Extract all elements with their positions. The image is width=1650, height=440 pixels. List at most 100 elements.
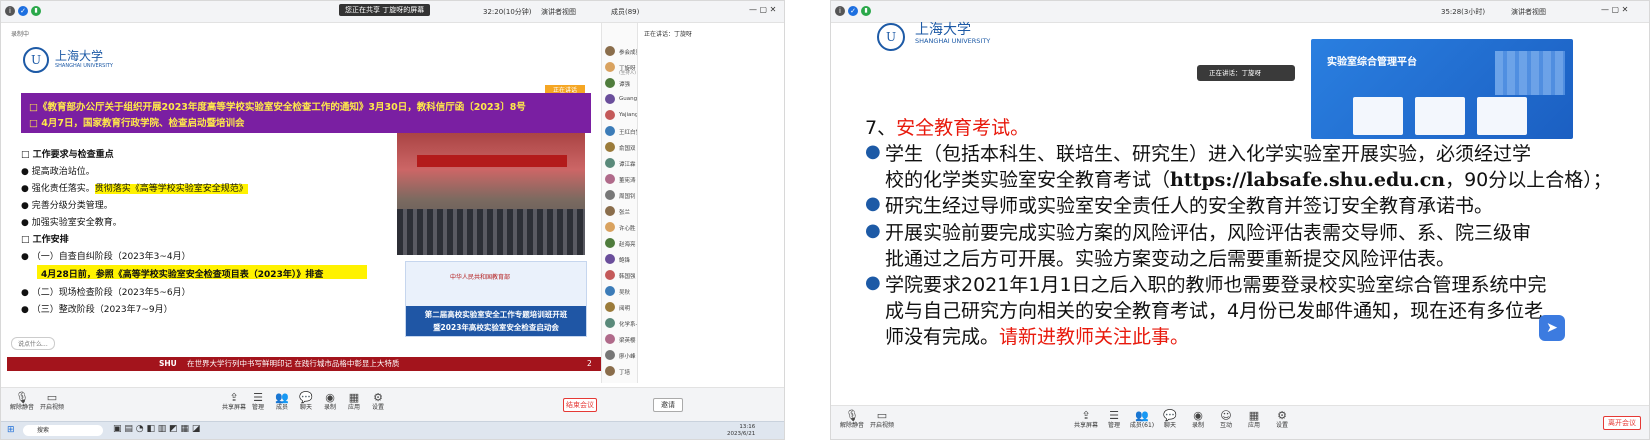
window-controls[interactable]: — ▢ ✕ [1601,5,1628,14]
camera-icon: ▭ [46,391,58,404]
participant-name: Yajiang [619,112,639,118]
participant-name: 许心胜 [619,226,636,232]
notice-banner: □《教育部办公厅关于组织开展2023年度高等学校实验室安全检查工作的通知》3月3… [21,93,591,133]
participant-name: 吴秋 [619,290,631,296]
bullet-item: ● 完善分级分类管理。 [21,201,113,211]
p4-emphasis: 请新进教师关注此事。 [999,326,1190,348]
platform-card [1477,97,1527,135]
mute-button[interactable]: 🎙 解除静音 [5,391,39,412]
section-title-schedule: □ 工作安排 [21,235,69,245]
avatar [605,78,615,88]
camera-button[interactable]: ▭ 开启视频 [35,391,69,412]
avatar [605,142,615,152]
highlight-text: 贯彻落实《高等学校实验室安全规范》 [94,184,248,194]
avatar [605,254,615,264]
bullet-text: 加强实验室安全教育。 [31,218,122,228]
section-heading: 7、安全教育考试。 [865,113,1029,140]
avatar [605,190,615,200]
shield-icon[interactable]: ✓ [848,6,858,16]
avatar [605,62,615,72]
taskbar-time: 13:16 [739,424,756,430]
settings-label: 设置 [1275,422,1288,429]
participant-name: 梁英樱 [619,338,636,344]
windows-taskbar: ⊞ 搜索 ▣ ▤ ◔ ◧ ▥ ◩ ▦ ◪ 13:16 2023/6/21 [1,421,784,439]
avatar [605,94,615,104]
meeting-timer[interactable]: 35:28(3小时) [1441,7,1485,17]
avatar [605,270,615,280]
feishu-float-icon[interactable]: ➤ [1539,315,1565,341]
shared-slide: U 上海大学 SHANGHAI UNIVERSITY 正在讲话：丁旋呀 实验室综… [831,22,1621,383]
poster-title-line-2: 暨2023年高校实验室安全检查启动会 [433,323,559,332]
page-number: 2 [587,359,592,368]
footer-slogan: 在世界大学行列中书写鲜明印记 在践行城市品格中彰显上大特质 [187,359,400,368]
info-icon[interactable]: i [5,6,15,16]
notice-line-2: □ 4月7日，国家教育行政学院、检查启动暨培训会 [29,118,245,129]
stage-item: ● （一）自查自纠阶段（2023年3~4月） [21,252,191,262]
taskbar-search[interactable]: 搜索 [23,425,103,436]
meeting-top-bar: i ✓ ▮ 您正在共享 丁旋呀的屏幕 32:20(10分钟) 演讲者视图 成员(… [1,1,784,23]
settings-button[interactable]: ⚙ 设置 [361,391,395,412]
p4-text-a: 师没有完成。 [885,326,1000,348]
participant-name: 周国钊 [619,194,636,200]
bullet-dot: ● [865,272,881,293]
paragraph-4-line-1: 学院要求2021年1月1日之后入职的教师也需要登录校实验室综合管理系统中完 [885,274,1547,296]
taskbar-clock[interactable]: 13:16 2023/6/21 [727,424,755,438]
paragraph-1-line-1: 学生（包括本科生、联培生、研究生）进入化学实验室开展实验，必须经过学 [885,143,1532,165]
members-count[interactable]: 成员(89) [611,7,639,17]
participant-name: 张兰 [619,210,631,216]
poster-org: 中华人民共和国教育部 [450,274,511,281]
poster-title-line-1: 第二届高校实验室安全工作专题培训班开班 [424,310,568,319]
participant-name: 鲍锋 [619,258,631,264]
heading-text: 安全教育考试。 [896,117,1030,139]
end-meeting-button[interactable]: 结束会议 [563,398,597,412]
meeting-toolbar: 🎙 解除静音 ▭ 开启视频 ⇪ 共享屏幕 ☰ 管理 👥 成员(61) 💬 聊天 ◉ 录制 ☺ 互… [831,405,1649,439]
meeting-toolbar: 🎙 解除静音 ▭ 开启视频 ⇪ 共享屏幕 ☰ 管理 👥 成员 💬 聊天 ◉ 录制 ▦ 应用 ⚙ 设… [1,387,784,421]
settings-button[interactable]: ⚙ 设置 [1265,409,1299,430]
avatar [605,158,615,168]
avatar [605,222,615,232]
participant-name: 董宪涛 [619,178,636,184]
view-mode-button[interactable]: 演讲者视图 [1511,7,1546,17]
paragraph-2: 研究生经过导师或实验室安全责任人的安全教育并签订安全教育承诺书。 [885,195,1494,217]
mute-button[interactable]: 🎙 解除静音 [835,409,869,430]
participant-name: 丁培 [619,370,631,376]
participant-role: (主持人) [619,71,637,76]
bullet-item: ● 强化责任落实。贯彻落实《高等学校实验室安全规范》 [21,184,248,194]
slide-footer-bar: SHU 在世界大学行列中书写鲜明印记 在践行城市品格中彰显上大特质 2 [7,357,601,371]
mute-label: 解除静音 [9,404,34,411]
paragraph-3-line-1: 开展实验前要完成实验方案的风险评估，风险评估表需交导师、系、院三级审 [885,222,1532,244]
chat-input[interactable]: 说点什么... [11,337,55,350]
exam-url: https://labsafe.shu.edu.cn [1170,169,1446,191]
speaker-indicator: 正在讲话：丁旋呀 [1197,65,1295,81]
left-meeting-window: i ✓ ▮ 您正在共享 丁旋呀的屏幕 32:20(10分钟) 演讲者视图 成员(… [0,0,785,440]
window-controls[interactable]: — ▢ ✕ [749,5,776,14]
leave-meeting-button[interactable]: 离开会议 [1603,416,1641,430]
logo-chinese: 上海大学 [55,49,104,63]
stage-text: （三）整改阶段（2023年7~9月） [31,305,173,315]
meeting-timer[interactable]: 32:20(10分钟) [483,7,532,17]
speaker-panel: 正在讲话：丁旋呀 [637,23,784,383]
bullet-text: 完善分级分类管理。 [31,201,113,211]
shield-icon[interactable]: ✓ [18,6,28,16]
view-mode-button[interactable]: 演讲者视图 [541,7,576,17]
windows-start-icon[interactable]: ⊞ [7,425,15,435]
stage1-highlight: 4月28日前，参照《高等学校实验室安全检查项目表（2023年）》排查 [41,270,324,280]
right-meeting-window: i ✓ ▮ 35:28(3小时) 演讲者视图 — ▢ ✕ U 上海大学 SHAN… [830,0,1650,440]
bullet-dot: ● [865,193,881,214]
avatar [605,286,615,296]
shu-logo-icon: U [23,47,49,73]
camera-button[interactable]: ▭ 开启视频 [865,409,899,430]
participant-name: 廖小峰 [619,354,636,360]
participant-name: 韩国强 [619,274,636,280]
info-icon[interactable]: i [835,6,845,16]
avatar [605,46,615,56]
gear-icon: ⚙ [373,391,383,404]
camera-label: 开启视频 [869,422,894,429]
platform-title: 实验室综合管理平台 [1327,57,1417,68]
avatar [605,174,615,184]
logo-english: SHANGHAI UNIVERSITY [915,37,991,45]
invite-button[interactable]: 邀请 [653,398,683,412]
taskbar-apps-icon[interactable]: ▣ ▤ ◔ ◧ ▥ ◩ ▦ ◪ [113,424,200,434]
signal-icon: ▮ [861,6,871,16]
camera-icon: ▭ [876,409,888,422]
